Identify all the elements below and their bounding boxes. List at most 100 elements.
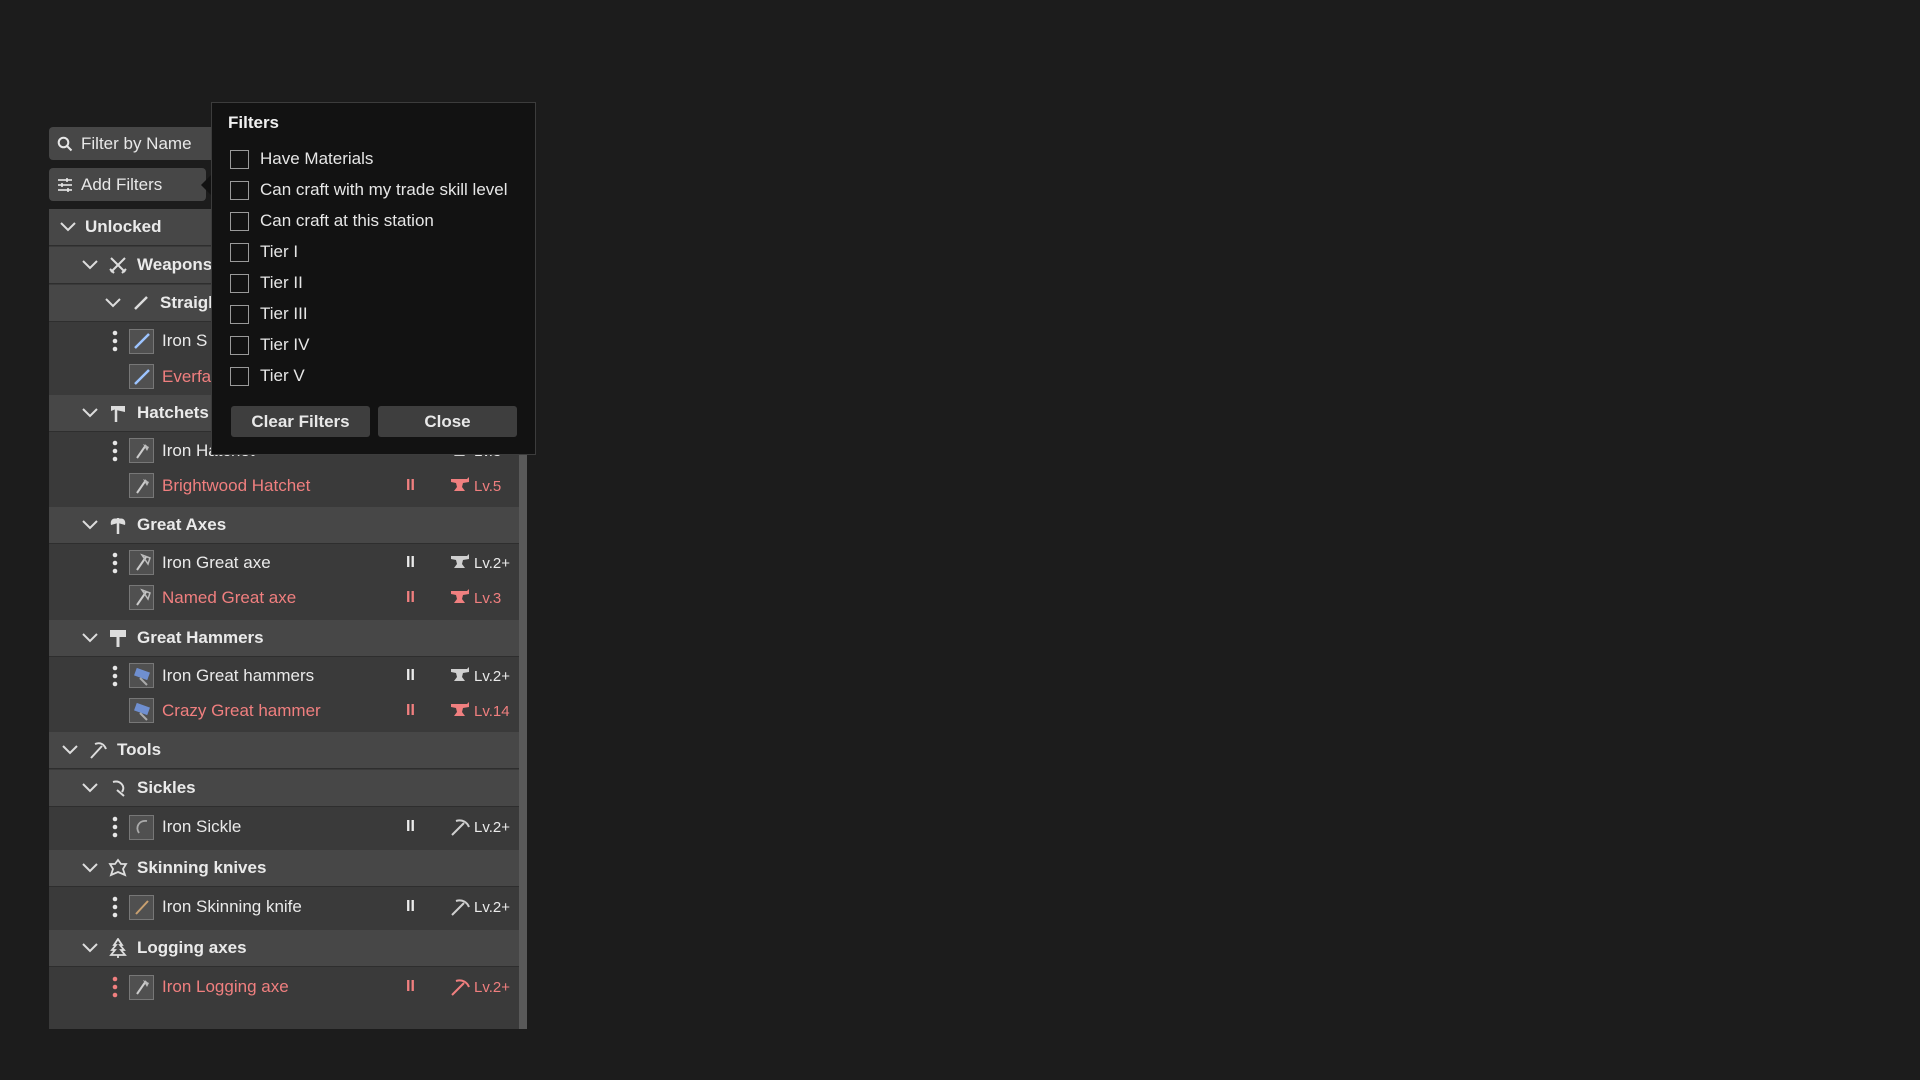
search-input[interactable] — [81, 133, 231, 154]
checkbox[interactable] — [230, 211, 249, 231]
chevron-down-icon[interactable] — [79, 627, 101, 649]
tier-label: II — [406, 666, 415, 684]
category-great-axes[interactable]: Great Axes — [49, 507, 519, 544]
add-filters-button[interactable]: Add Filters — [49, 168, 206, 201]
anvil-icon — [449, 700, 471, 720]
item-name: Iron Sickle — [162, 817, 242, 836]
category-great-hammers[interactable]: Great Hammers — [49, 620, 519, 657]
filters-popup: Filters Have Materials Can craft with my… — [211, 102, 536, 455]
category-label: Great Axes — [137, 515, 227, 534]
tree-icon — [107, 937, 129, 959]
category-label: Great Hammers — [137, 628, 264, 647]
list-item-named-great-axe[interactable]: Named Great axe II Lv.3 — [49, 580, 519, 615]
chevron-down-icon[interactable] — [57, 216, 79, 238]
checkbox[interactable] — [230, 273, 249, 293]
tier-label: II — [406, 476, 415, 494]
sickle-thumbnail-icon — [129, 814, 154, 840]
crossed-swords-icon — [107, 254, 129, 276]
section-label: Unlocked — [85, 217, 162, 236]
anvil-icon — [449, 665, 471, 685]
logging-axe-thumbnail-icon — [129, 974, 154, 1000]
category-label: Skinning knives — [137, 858, 267, 877]
filter-label: Tier II — [260, 273, 303, 292]
filter-tier-3[interactable]: Tier III — [230, 304, 308, 324]
sword-thumbnail-icon — [129, 328, 154, 354]
clear-filters-button[interactable]: Clear Filters — [231, 406, 370, 437]
chevron-down-icon[interactable] — [79, 777, 101, 799]
sliders-icon — [57, 177, 73, 193]
filter-tier-1[interactable]: Tier I — [230, 242, 298, 262]
level-requirement: Lv.2+ — [474, 668, 510, 685]
more-options-icon[interactable] — [107, 894, 123, 920]
category-logging-axes[interactable]: Logging axes — [49, 930, 519, 967]
item-name: Iron Logging axe — [162, 977, 289, 996]
list-item-crazy-great-hammer[interactable]: Crazy Great hammer II Lv.14 — [49, 693, 519, 728]
pickaxe-icon — [87, 739, 109, 761]
list-item-iron-logging-axe[interactable]: Iron Logging axe II Lv.2+ — [49, 968, 519, 1006]
category-sickles[interactable]: Sickles — [49, 770, 519, 807]
chevron-down-icon[interactable] — [79, 402, 101, 424]
filter-label: Can craft with my trade skill level — [260, 180, 508, 199]
more-options-icon[interactable] — [107, 550, 123, 576]
chevron-down-icon[interactable] — [79, 514, 101, 536]
more-options-icon[interactable] — [107, 814, 123, 840]
popup-pointer — [201, 175, 211, 195]
checkbox[interactable] — [230, 149, 249, 169]
level-requirement: Lv.2+ — [474, 979, 510, 996]
anvil-icon — [449, 475, 471, 495]
popup-title: Filters — [228, 113, 280, 132]
list-item-iron-skinning-knife[interactable]: Iron Skinning knife II Lv.2+ — [49, 888, 519, 926]
checkbox[interactable] — [230, 335, 249, 355]
tier-label: II — [406, 978, 415, 995]
tier-label: II — [406, 588, 415, 606]
level-requirement: Lv.2+ — [474, 819, 510, 836]
category-label: Sickles — [137, 778, 196, 797]
chevron-down-icon[interactable] — [59, 739, 81, 761]
category-skinning-knives[interactable]: Skinning knives — [49, 850, 519, 887]
list-item-iron-great-hammers[interactable]: Iron Great hammers II Lv.2+ — [49, 658, 519, 693]
chevron-down-icon[interactable] — [79, 937, 101, 959]
filter-this-station[interactable]: Can craft at this station — [230, 211, 434, 231]
subcategory-label: Straigh — [160, 293, 219, 312]
chevron-down-icon[interactable] — [79, 857, 101, 879]
hatchet-thumbnail-icon — [129, 473, 154, 498]
pickaxe-trade-icon — [449, 897, 471, 917]
filter-tier-4[interactable]: Tier IV — [230, 335, 309, 355]
search-icon — [57, 136, 73, 152]
item-name: Iron Great hammers — [162, 665, 315, 685]
filter-label: Tier I — [260, 242, 299, 261]
item-name: Brightwood Hatchet — [162, 475, 311, 495]
close-button[interactable]: Close — [378, 406, 517, 437]
great-axe-thumbnail-icon — [129, 550, 154, 575]
category-label: Weapons — [137, 255, 213, 274]
list-item-iron-sickle[interactable]: Iron Sickle II Lv.2+ — [49, 808, 519, 846]
chevron-down-icon[interactable] — [79, 254, 101, 276]
tier-label: II — [406, 553, 415, 571]
checkbox[interactable] — [230, 366, 249, 386]
level-requirement: Lv.2+ — [474, 899, 510, 916]
list-item-brightwood-hatchet[interactable]: Brightwood Hatchet II Lv.5 — [49, 468, 519, 503]
chevron-down-icon[interactable] — [102, 292, 124, 314]
knife-thumbnail-icon — [129, 894, 154, 920]
filter-trade-skill-level[interactable]: Can craft with my trade skill level — [230, 180, 508, 200]
more-options-icon[interactable] — [107, 328, 123, 354]
more-options-icon[interactable] — [107, 438, 123, 464]
checkbox[interactable] — [230, 242, 249, 262]
sword-icon — [130, 292, 152, 314]
category-tools[interactable]: Tools — [49, 732, 519, 769]
level-requirement: Lv.14 — [474, 703, 510, 720]
tier-label: II — [406, 701, 415, 719]
list-item-iron-great-axe[interactable]: Iron Great axe II Lv.2+ — [49, 545, 519, 580]
more-options-icon[interactable] — [107, 663, 123, 689]
great-axe-icon — [107, 514, 129, 536]
sickle-icon — [107, 777, 129, 799]
filter-tier-5[interactable]: Tier V — [230, 366, 305, 386]
filter-have-materials[interactable]: Have Materials — [230, 149, 373, 169]
checkbox[interactable] — [230, 304, 249, 324]
hide-icon — [107, 857, 129, 879]
filter-label: Tier V — [260, 366, 305, 385]
checkbox[interactable] — [230, 180, 249, 200]
filter-tier-2[interactable]: Tier II — [230, 273, 303, 293]
pickaxe-trade-icon — [449, 817, 471, 837]
more-options-icon[interactable] — [107, 974, 123, 1000]
